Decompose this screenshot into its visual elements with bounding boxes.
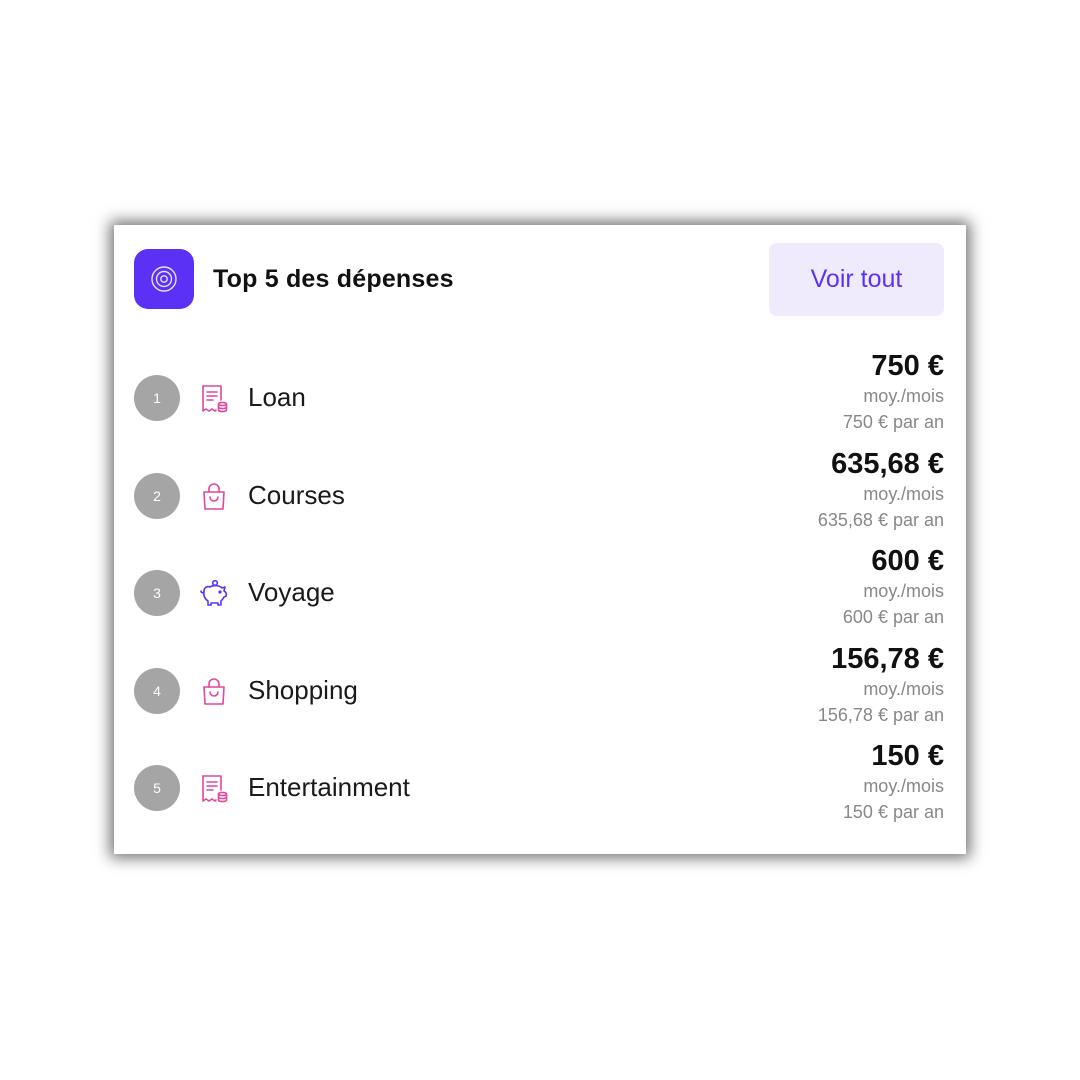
list-item[interactable]: 1 Loan 750 € moy./mois 750 € par an — [114, 349, 966, 447]
piggy-bank-icon — [198, 578, 230, 610]
category-label: Voyage — [248, 577, 335, 608]
rank-badge: 3 — [134, 570, 180, 617]
receipt-icon — [198, 383, 230, 415]
monthly-amount: 635,68 € — [831, 447, 944, 480]
rank-badge: 4 — [134, 667, 180, 714]
yearly-amount: 600 € par an — [842, 607, 944, 628]
amount-block: 750 € moy./mois 750 € par an — [843, 349, 944, 435]
monthly-caption: moy./mois — [863, 386, 944, 406]
monthly-caption: moy./mois — [863, 581, 944, 602]
target-icon — [134, 249, 194, 309]
monthly-caption: moy./mois — [863, 678, 944, 699]
yearly-amount: 150 € par an — [842, 802, 944, 823]
top-expenses-card: Top 5 des dépenses Voir tout 1 Loan 750 … — [114, 225, 966, 854]
rank-badge: 1 — [134, 375, 180, 421]
monthly-amount: 150 € — [871, 740, 944, 773]
rank-badge: 5 — [134, 765, 180, 812]
amount-block: 635,68 € moy./mois 635,68 € par an — [818, 447, 944, 533]
amount-block: 150 € moy./mois 150 € par an — [843, 739, 944, 825]
rank-badge: 2 — [134, 472, 180, 519]
shopping-bag-icon — [198, 481, 230, 513]
monthly-amount: 600 € — [871, 545, 944, 578]
see-all-button[interactable]: Voir tout — [769, 243, 944, 316]
list-item[interactable]: 2 Courses 635,68 € moy./mois 635,68 € pa… — [114, 447, 966, 545]
category-label: Entertainment — [248, 772, 410, 803]
list-item[interactable]: 3 Voyage 600 € moy./mois 600 € par an — [114, 544, 966, 642]
card-title: Top 5 des dépenses — [213, 265, 454, 293]
amount-block: 156,78 € moy./mois 156,78 € par an — [818, 642, 944, 728]
monthly-amount: 750 € — [871, 350, 944, 382]
category-label: Loan — [248, 382, 306, 412]
card-header: Top 5 des dépenses Voir tout — [114, 225, 966, 335]
yearly-amount: 750 € par an — [842, 412, 944, 432]
monthly-amount: 156,78 € — [831, 642, 944, 675]
yearly-amount: 156,78 € par an — [817, 704, 944, 725]
shopping-bag-icon — [198, 676, 230, 708]
expense-list: 1 Loan 750 € moy./mois 750 € par an 2 Co… — [114, 349, 966, 837]
yearly-amount: 635,68 € par an — [817, 509, 944, 530]
category-label: Shopping — [248, 674, 358, 705]
list-item[interactable]: 5 Entertainment 150 € moy./mois 150 € pa… — [114, 739, 966, 837]
category-label: Courses — [248, 479, 345, 510]
amount-block: 600 € moy./mois 600 € par an — [843, 544, 944, 630]
list-item[interactable]: 4 Shopping 156,78 € moy./mois 156,78 € p… — [114, 642, 966, 740]
monthly-caption: moy./mois — [863, 776, 944, 797]
monthly-caption: moy./mois — [863, 483, 944, 504]
receipt-icon — [198, 773, 230, 805]
